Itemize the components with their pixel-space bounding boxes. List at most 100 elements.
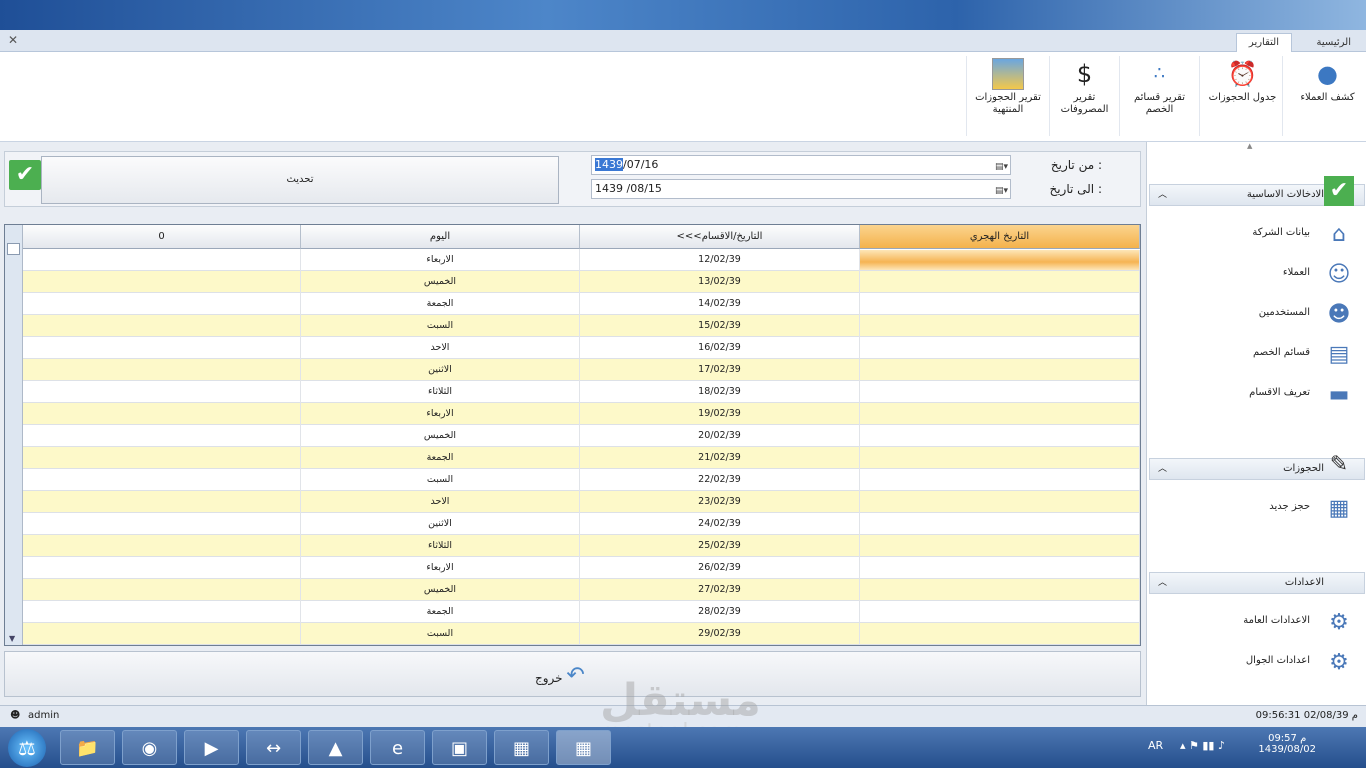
date-cell[interactable]: 18/02/39 (580, 381, 860, 403)
to-date-field[interactable]: 1439 /08/15 ▤▾ (591, 179, 1011, 199)
hijri-cell[interactable] (860, 359, 1140, 381)
date-cell[interactable]: 13/02/39 (580, 271, 860, 293)
count-cell[interactable] (23, 337, 301, 359)
hijri-cell[interactable] (860, 271, 1140, 293)
date-cell[interactable]: 25/02/39 (580, 535, 860, 557)
day-cell[interactable]: السبت (301, 315, 580, 337)
collapse-chevron-icon[interactable]: ︿ (1158, 573, 1167, 593)
day-cell[interactable]: الجمعة (301, 601, 580, 623)
date-cell[interactable]: 28/02/39 (580, 601, 860, 623)
date-cell[interactable]: 21/02/39 (580, 447, 860, 469)
hijri-cell[interactable] (860, 469, 1140, 491)
count-cell[interactable] (23, 557, 301, 579)
clock[interactable]: 09:57 م 1439/08/02 (1258, 727, 1316, 768)
tab-home[interactable]: الرئيسية (1304, 33, 1364, 52)
table-row[interactable]: الثلاثاء 18/02/39 (23, 381, 1140, 403)
table-row[interactable]: الخميس 20/02/39 (23, 425, 1140, 447)
count-cell[interactable] (23, 381, 301, 403)
image-viewer-taskbar-icon[interactable]: ▣ (432, 730, 487, 765)
hijri-cell[interactable] (860, 403, 1140, 425)
day-cell[interactable]: الاثنين (301, 513, 580, 535)
hijri-cell[interactable] (860, 579, 1140, 601)
hijri-cell[interactable] (860, 250, 1140, 270)
exit-button[interactable]: خروج ↶ (535, 662, 585, 690)
media-player-taskbar-icon[interactable]: ▶ (184, 730, 239, 765)
expenses-report-button[interactable]: $ تقرير المصروفات (1050, 56, 1120, 136)
table-row[interactable]: السبت 22/02/39 (23, 469, 1140, 491)
count-cell[interactable] (23, 403, 301, 425)
date-cell[interactable]: 17/02/39 (580, 359, 860, 381)
table-row[interactable]: الخميس 27/02/39 (23, 579, 1140, 601)
table-row[interactable]: الاثنين 17/02/39 (23, 359, 1140, 381)
hijri-cell[interactable] (860, 535, 1140, 557)
date-cell[interactable]: 29/02/39 (580, 623, 860, 645)
column-header-day[interactable]: اليوم (301, 225, 580, 249)
day-cell[interactable]: السبت (301, 469, 580, 491)
count-cell[interactable] (23, 425, 301, 447)
day-cell[interactable]: الاربعاء (301, 403, 580, 425)
refresh-button[interactable]: تحديث (41, 156, 559, 204)
date-cell[interactable]: 20/02/39 (580, 425, 860, 447)
day-cell[interactable]: الخميس (301, 579, 580, 601)
tray-icons[interactable]: ▴ ⚑ ▮▮ ♪ (1180, 739, 1225, 752)
scroll-up-icon[interactable]: ▲ (1247, 142, 1252, 150)
sidebar-item[interactable]: قسائم الخصم (1253, 347, 1310, 358)
table-row[interactable]: الثلاثاء 25/02/39 (23, 535, 1140, 557)
table-row[interactable]: الاحد 16/02/39 (23, 337, 1140, 359)
sidebar-item[interactable]: الاعدادات العامة (1243, 615, 1310, 626)
close-icon[interactable]: ✕ (8, 33, 18, 47)
chrome-taskbar-icon[interactable]: ◉ (122, 730, 177, 765)
date-cell[interactable]: 15/02/39 (580, 315, 860, 337)
from-date-field[interactable]: 1439/07/16 ▤▾ (591, 155, 1011, 175)
count-cell[interactable] (23, 271, 301, 293)
date-cell[interactable]: 22/02/39 (580, 469, 860, 491)
count-cell[interactable] (23, 491, 301, 513)
day-cell[interactable]: الجمعة (301, 293, 580, 315)
count-cell[interactable] (23, 535, 301, 557)
date-cell[interactable]: 23/02/39 (580, 491, 860, 513)
date-cell[interactable]: 14/02/39 (580, 293, 860, 315)
table-row[interactable]: الاربعاء 19/02/39 (23, 403, 1140, 425)
day-cell[interactable]: الخميس (301, 425, 580, 447)
day-cell[interactable]: السبت (301, 623, 580, 645)
count-cell[interactable] (23, 249, 301, 271)
table-row[interactable]: السبت 15/02/39 (23, 315, 1140, 337)
count-cell[interactable] (23, 447, 301, 469)
teamviewer-taskbar-icon[interactable]: ↔ (246, 730, 301, 765)
day-cell[interactable]: الاربعاء (301, 249, 580, 271)
table-row[interactable]: الاحد 23/02/39 (23, 491, 1140, 513)
scroll-down-icon[interactable]: ▼ (9, 634, 15, 643)
hijri-cell[interactable] (860, 381, 1140, 403)
language-indicator[interactable]: AR (1148, 739, 1163, 752)
date-cell[interactable]: 26/02/39 (580, 557, 860, 579)
coupons-report-button[interactable]: ∴ تقرير قسائم الخصم (1120, 56, 1200, 136)
day-cell[interactable]: الاحد (301, 491, 580, 513)
day-cell[interactable]: الخميس (301, 271, 580, 293)
date-cell[interactable]: 16/02/39 (580, 337, 860, 359)
app-taskbar-icon[interactable]: ▦ (494, 730, 549, 765)
hijri-cell[interactable] (860, 623, 1140, 645)
sidebar-item[interactable]: بيانات الشركة (1252, 227, 1310, 238)
ended-bookings-report-button[interactable]: تقرير الحجوزات المنتهية (966, 56, 1050, 136)
file-explorer-taskbar-icon[interactable]: 📁 (60, 730, 115, 765)
grid-scrollbar[interactable]: ▼ (5, 225, 23, 645)
column-header-hijri-date[interactable]: التاريخ الهجري (860, 225, 1140, 249)
count-cell[interactable] (23, 579, 301, 601)
count-cell[interactable] (23, 623, 301, 645)
column-header-sections[interactable]: <<<التاريخ/الاقسام (580, 225, 860, 249)
internet-explorer-taskbar-icon[interactable]: e (370, 730, 425, 765)
clients-report-button[interactable]: ● كشف العملاء (1288, 56, 1366, 136)
hijri-cell[interactable] (860, 315, 1140, 337)
table-row[interactable]: الجمعة 14/02/39 (23, 293, 1140, 315)
hijri-cell[interactable] (860, 337, 1140, 359)
table-row[interactable]: الاربعاء 26/02/39 (23, 557, 1140, 579)
hijri-cell[interactable] (860, 293, 1140, 315)
count-cell[interactable] (23, 315, 301, 337)
date-cell[interactable]: 19/02/39 (580, 403, 860, 425)
table-row[interactable]: السبت 29/02/39 (23, 623, 1140, 645)
pdf-reader-taskbar-icon[interactable]: ▲ (308, 730, 363, 765)
count-cell[interactable] (23, 601, 301, 623)
day-cell[interactable]: الاربعاء (301, 557, 580, 579)
count-cell[interactable] (23, 359, 301, 381)
hijri-cell[interactable] (860, 513, 1140, 535)
